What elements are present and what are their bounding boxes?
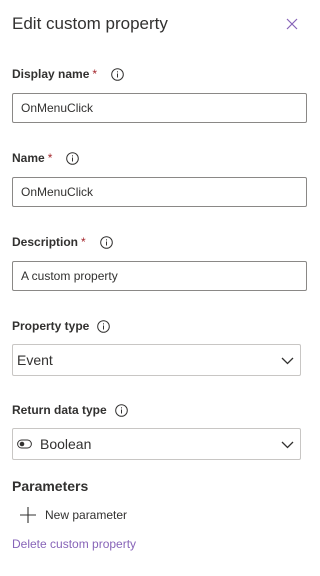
info-icon[interactable] [99,235,113,249]
required-mark: * [92,67,98,81]
toggle-icon [17,439,32,449]
new-parameter-button[interactable]: New parameter [19,506,127,524]
info-icon[interactable] [111,67,124,81]
delete-custom-property-link[interactable]: Delete custom property [12,537,136,551]
info-icon[interactable] [97,319,111,333]
display-name-input[interactable] [21,101,291,115]
required-mark: * [81,235,86,249]
name-field[interactable] [12,177,307,207]
parameters-heading: Parameters [12,478,89,494]
panel-title: Edit custom property [12,14,168,33]
info-icon[interactable] [66,151,80,165]
name-input[interactable] [21,185,291,199]
description-label: Description * [12,235,113,249]
return-data-type-dropdown[interactable]: Boolean [12,428,301,460]
return-data-type-value: Boolean [40,436,92,452]
new-parameter-label: New parameter [45,508,128,522]
display-name-field[interactable] [12,93,307,123]
description-input[interactable] [21,269,291,283]
close-icon[interactable] [284,16,300,32]
chevron-down-icon [281,354,294,367]
info-icon[interactable] [114,403,128,417]
display-name-label: Display name * [12,67,124,81]
edit-custom-property-panel: Edit custom property Display name * Name… [0,0,309,576]
property-type-value: Event [17,352,53,368]
chevron-down-icon [281,438,294,451]
description-field[interactable] [12,261,307,291]
required-mark: * [47,151,53,165]
return-data-type-label: Return data type [12,403,128,417]
property-type-dropdown[interactable]: Event [12,344,301,376]
name-label: Name * [12,151,80,165]
property-type-label: Property type [12,319,111,333]
plus-icon [19,506,37,524]
